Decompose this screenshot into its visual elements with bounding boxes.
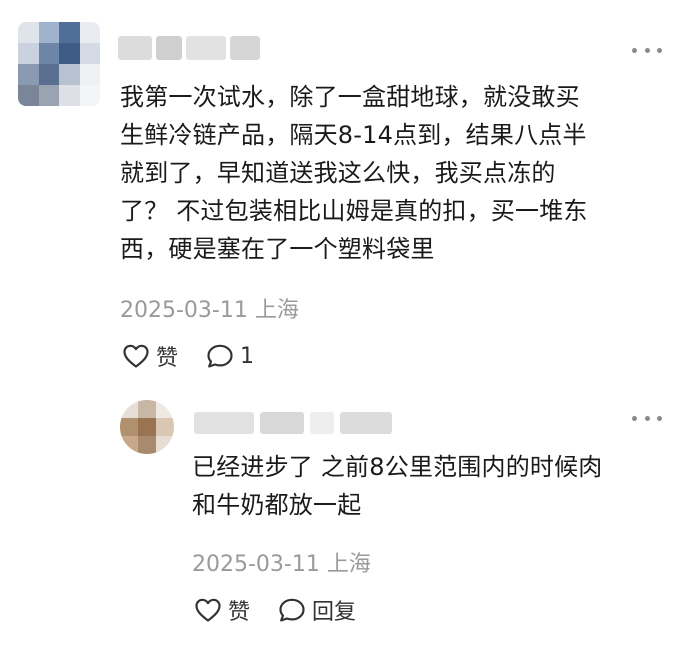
- comment-actions: 赞 1: [122, 340, 254, 372]
- reply-text: 已经进步了 之前8公里范围内的时候肉 和牛奶都放一起: [192, 448, 672, 524]
- reply-date: 2025-03-11: [192, 552, 320, 577]
- comment-location: 上海: [254, 298, 299, 323]
- comment-text: 我第一次试水，除了一盒甜地球，就没敢买 生鲜冷链产品，隔天8-14点到，结果八点…: [120, 78, 680, 268]
- comment-line: 生鲜冷链产品，隔天8-14点到，结果八点半: [120, 121, 587, 149]
- comment-line: 西，硬是塞在了一个塑料袋里: [120, 235, 435, 263]
- reply-line: 和牛奶都放一起: [192, 491, 362, 519]
- comment-line: 就到了，早知道送我这么快，我买点冻的: [120, 159, 556, 187]
- avatar[interactable]: [18, 22, 100, 106]
- like-button[interactable]: 赞: [194, 594, 250, 626]
- reply-location: 上海: [326, 552, 371, 577]
- reply-line: 已经进步了 之前8公里范围内的时候肉: [192, 453, 603, 481]
- heart-outline-icon: [194, 597, 222, 623]
- comment-button[interactable]: 1: [206, 343, 254, 369]
- reply-meta: 2025-03-11 上海: [192, 546, 371, 578]
- comment-meta: 2025-03-11 上海: [120, 292, 299, 324]
- avatar[interactable]: [120, 400, 174, 454]
- speech-bubble-icon: [206, 343, 234, 369]
- comment-date: 2025-03-11: [120, 298, 248, 323]
- like-button[interactable]: 赞: [122, 340, 178, 372]
- comment-count: 1: [240, 343, 255, 369]
- author-name-redacted[interactable]: [194, 412, 392, 434]
- speech-bubble-icon: [278, 597, 306, 623]
- reply-actions: 赞 回复: [194, 594, 356, 626]
- reply-label: 回复: [312, 600, 357, 625]
- like-label: 赞: [156, 346, 179, 371]
- reply-button[interactable]: 回复: [278, 594, 356, 626]
- like-label: 赞: [228, 600, 251, 625]
- heart-outline-icon: [122, 343, 150, 369]
- author-name-redacted[interactable]: [118, 36, 260, 60]
- more-dots-icon[interactable]: [632, 40, 662, 60]
- more-dots-icon[interactable]: [632, 408, 662, 428]
- comment-line: 了？ 不过包装相比山姆是真的扣，买一堆东: [120, 197, 588, 225]
- comment-line: 我第一次试水，除了一盒甜地球，就没敢买: [120, 83, 580, 111]
